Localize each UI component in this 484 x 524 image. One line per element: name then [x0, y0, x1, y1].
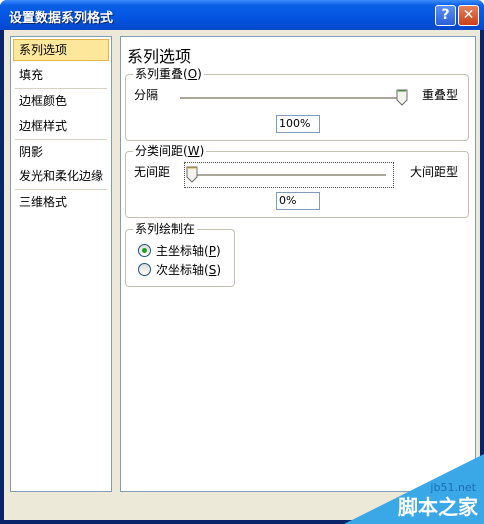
gap-width-group: 分类间距(W) 无间距 大间距型 0%	[125, 144, 469, 218]
gap-max-label: 大间距型	[409, 165, 458, 179]
sidebar-item-series-options[interactable]: 系列选项	[13, 39, 109, 61]
plot-series-on-label: 系列绘制在	[133, 222, 198, 236]
radio-selected-dot	[142, 248, 147, 253]
dialog-title: 设置数据系列格式	[9, 11, 114, 26]
primary-axis-label[interactable]: 主坐标轴(P)	[156, 242, 221, 259]
sidebar-item-border-style[interactable]: 边框样式	[13, 115, 109, 137]
dialog-body: 系列选项 填充 边框颜色 边框样式 阴影 发光和柔化边缘 三维格式 系列选项 系…	[4, 30, 480, 520]
primary-axis-radio[interactable]	[138, 244, 151, 257]
gap-slider-thumb[interactable]	[186, 166, 198, 183]
secondary-axis-radio[interactable]	[138, 263, 151, 276]
gap-min-label: 无间距	[134, 165, 171, 179]
sidebar-item-glow-soft-edges[interactable]: 发光和柔化边缘	[13, 165, 109, 187]
gap-width-label: 分类间距(W)	[133, 144, 207, 158]
sidebar-divider	[15, 139, 107, 140]
overlap-slider-thumb[interactable]	[396, 89, 408, 106]
panel-title: 系列选项	[127, 47, 192, 66]
close-button[interactable]: ✕	[458, 5, 479, 26]
sidebar-item-shadow[interactable]: 阴影	[13, 141, 109, 163]
title-bar[interactable]: 设置数据系列格式 ? ✕	[0, 0, 484, 30]
watermark-name: 脚本之家	[398, 495, 478, 519]
gap-slider-track[interactable]	[192, 174, 386, 177]
overlap-min-label: 分隔	[134, 88, 159, 102]
overlap-slider-track[interactable]	[180, 97, 402, 100]
plot-series-on-group: 系列绘制在 主坐标轴(P) 次坐标轴(S)	[125, 222, 235, 287]
category-list: 系列选项 填充 边框颜色 边框样式 阴影 发光和柔化边缘 三维格式	[10, 36, 112, 492]
series-overlap-label: 系列重叠(O)	[133, 67, 204, 81]
secondary-axis-label[interactable]: 次坐标轴(S)	[156, 261, 221, 278]
sidebar-item-fill[interactable]: 填充	[13, 64, 109, 86]
sidebar-item-3d-format[interactable]: 三维格式	[13, 191, 109, 213]
sidebar-divider	[15, 189, 107, 190]
sidebar-divider	[15, 88, 107, 89]
slider-thumb-icon	[186, 166, 198, 183]
site-watermark: jb51.net 脚本之家	[344, 454, 484, 524]
slider-thumb-icon	[396, 89, 408, 106]
overlap-max-label: 重叠型	[421, 88, 458, 102]
overlap-value-input[interactable]: 100%	[276, 115, 320, 133]
series-overlap-group: 系列重叠(O) 分隔 重叠型 100%	[125, 67, 469, 141]
sidebar-item-border-color[interactable]: 边框颜色	[13, 90, 109, 112]
options-panel: 系列选项 系列重叠(O) 分隔 重叠型 100% 分类间距(W) 无间距 大间距…	[120, 36, 476, 492]
format-data-series-dialog: 设置数据系列格式 ? ✕ 系列选项 填充 边框颜色 边框样式 阴影 发光和柔化边…	[0, 0, 484, 524]
help-button[interactable]: ?	[435, 5, 456, 26]
gap-value-input[interactable]: 0%	[276, 192, 320, 210]
